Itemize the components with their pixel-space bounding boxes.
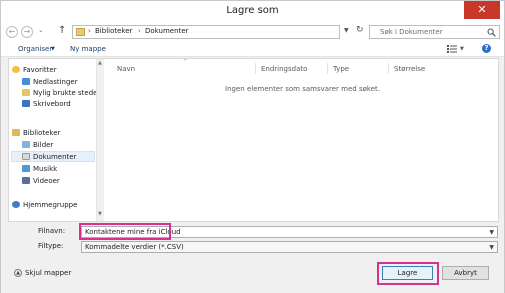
empty-folder-message: Ingen elementer som samsvarer med søket. — [225, 85, 380, 93]
nav-libraries-label: Biblioteker — [23, 129, 61, 137]
filetype-value: Kommadelte verdier (*.CSV) — [85, 243, 184, 251]
filetype-label: Filtype: — [38, 242, 64, 250]
organize-button[interactable]: Organiser — [18, 45, 52, 53]
nav-item-label: Nedlastinger — [33, 78, 78, 86]
recent-locations-chevron-down-icon[interactable]: ⌄ — [38, 26, 44, 34]
search-icon[interactable] — [487, 28, 496, 37]
filetype-chevron-down-icon[interactable]: ▼ — [489, 244, 494, 251]
hide-folders-button[interactable]: Skjul mapper — [25, 269, 71, 277]
command-bar: Organiser ▼ Ny mappe ▼ ? — [1, 41, 504, 57]
breadcrumb-separator-icon: › — [138, 27, 141, 35]
close-button[interactable]: ✕ — [464, 1, 500, 19]
column-separator[interactable] — [388, 63, 389, 74]
recent-places-icon — [22, 89, 30, 96]
navigation-pane-scrollbar[interactable]: ▲ ▼ — [96, 59, 104, 221]
nav-item-label: Musikk — [33, 165, 58, 173]
scroll-down-icon[interactable]: ▼ — [98, 211, 102, 217]
nav-favorites-label: Favoritter — [23, 66, 57, 74]
nav-favorites[interactable]: Favoritter — [12, 65, 57, 75]
back-button[interactable]: ← — [6, 26, 18, 38]
nav-item-skrivebord[interactable]: Skrivebord — [22, 99, 71, 109]
homegroup-icon — [12, 201, 20, 208]
navigation-pane: Favoritter Nedlastinger Nylig brukte ste… — [9, 59, 100, 221]
column-header-date[interactable]: Endringsdato — [261, 65, 307, 73]
up-arrow-icon[interactable]: ↑ — [58, 25, 66, 36]
title-bar: Lagre som ✕ — [1, 1, 504, 23]
pictures-icon — [22, 141, 30, 148]
nav-item-label: Bilder — [33, 141, 54, 149]
column-separator[interactable] — [327, 63, 328, 74]
download-folder-icon — [22, 78, 30, 85]
forward-button[interactable]: → — [21, 26, 33, 38]
help-icon[interactable]: ? — [482, 44, 491, 53]
save-as-dialog: Lagre som ✕ ← → ⌄ ↑ › Biblioteker › Doku… — [0, 0, 505, 293]
nav-item-label: Nylig brukte steder — [33, 89, 101, 97]
nav-item-label: Skrivebord — [33, 100, 71, 108]
library-folder-icon — [76, 28, 85, 36]
music-icon — [22, 165, 30, 172]
sort-indicator-icon: ^ — [183, 59, 188, 65]
nav-item-label: Videoer — [33, 177, 60, 185]
navigation-bar: ← → ⌄ ↑ › Biblioteker › Dokumenter ▼ ↻ S… — [1, 23, 504, 41]
address-bar[interactable]: › Biblioteker › Dokumenter — [72, 25, 340, 39]
search-input[interactable]: Søk i Dokumenter — [369, 25, 500, 39]
filename-label: Filnavn: — [38, 227, 66, 235]
breadcrumb-separator-icon: › — [88, 27, 91, 35]
breadcrumb-item-biblioteker[interactable]: Biblioteker — [95, 27, 132, 35]
library-icon — [12, 129, 20, 136]
column-separator[interactable] — [255, 63, 256, 74]
filename-chevron-down-icon[interactable]: ▼ — [489, 229, 494, 236]
new-folder-button[interactable]: Ny mappe — [70, 45, 106, 53]
nav-item-nedlastinger[interactable]: Nedlastinger — [22, 77, 78, 87]
search-placeholder: Søk i Dokumenter — [380, 28, 443, 36]
nav-item-dokumenter[interactable]: Dokumenter — [22, 152, 76, 162]
file-list: ^ Navn Endringsdato Type Størrelse — [105, 59, 498, 221]
star-icon — [12, 66, 20, 73]
nav-homegroup-label: Hjemmegruppe — [23, 201, 78, 209]
view-options-icon[interactable] — [447, 45, 457, 53]
nav-item-bilder[interactable]: Bilder — [22, 140, 53, 150]
organize-chevron-down-icon: ▼ — [51, 46, 55, 52]
breadcrumb-item-dokumenter[interactable]: Dokumenter — [145, 27, 188, 35]
filename-highlight — [79, 223, 171, 240]
column-header-name[interactable]: Navn — [117, 65, 135, 73]
documents-icon — [22, 153, 30, 160]
nav-homegroup[interactable]: Hjemmegruppe — [12, 200, 77, 210]
nav-item-musikk[interactable]: Musikk — [22, 164, 57, 174]
save-button-highlight — [377, 262, 439, 285]
address-dropdown-chevron-down-icon[interactable]: ▼ — [344, 27, 349, 34]
scroll-up-icon[interactable]: ▲ — [98, 60, 102, 66]
cancel-button[interactable]: Avbryt — [442, 266, 489, 280]
nav-item-nylig-brukte-steder[interactable]: Nylig brukte steder — [22, 88, 100, 98]
view-chevron-down-icon[interactable]: ▼ — [460, 46, 464, 52]
nav-item-videoer[interactable]: Videoer — [22, 176, 60, 186]
desktop-icon — [22, 100, 30, 107]
window-title: Lagre som — [226, 5, 279, 16]
column-header-size[interactable]: Størrelse — [394, 65, 425, 73]
videos-icon — [22, 177, 30, 184]
collapse-chevron-up-icon[interactable]: ▲ — [14, 269, 22, 277]
filetype-select[interactable]: Kommadelte verdier (*.CSV) ▼ — [81, 241, 498, 253]
content-area: Favoritter Nedlastinger Nylig brukte ste… — [8, 58, 499, 222]
refresh-icon[interactable]: ↻ — [356, 25, 364, 35]
nav-libraries[interactable]: Biblioteker — [12, 128, 60, 138]
nav-item-label: Dokumenter — [33, 153, 77, 161]
column-header-type[interactable]: Type — [333, 65, 349, 73]
